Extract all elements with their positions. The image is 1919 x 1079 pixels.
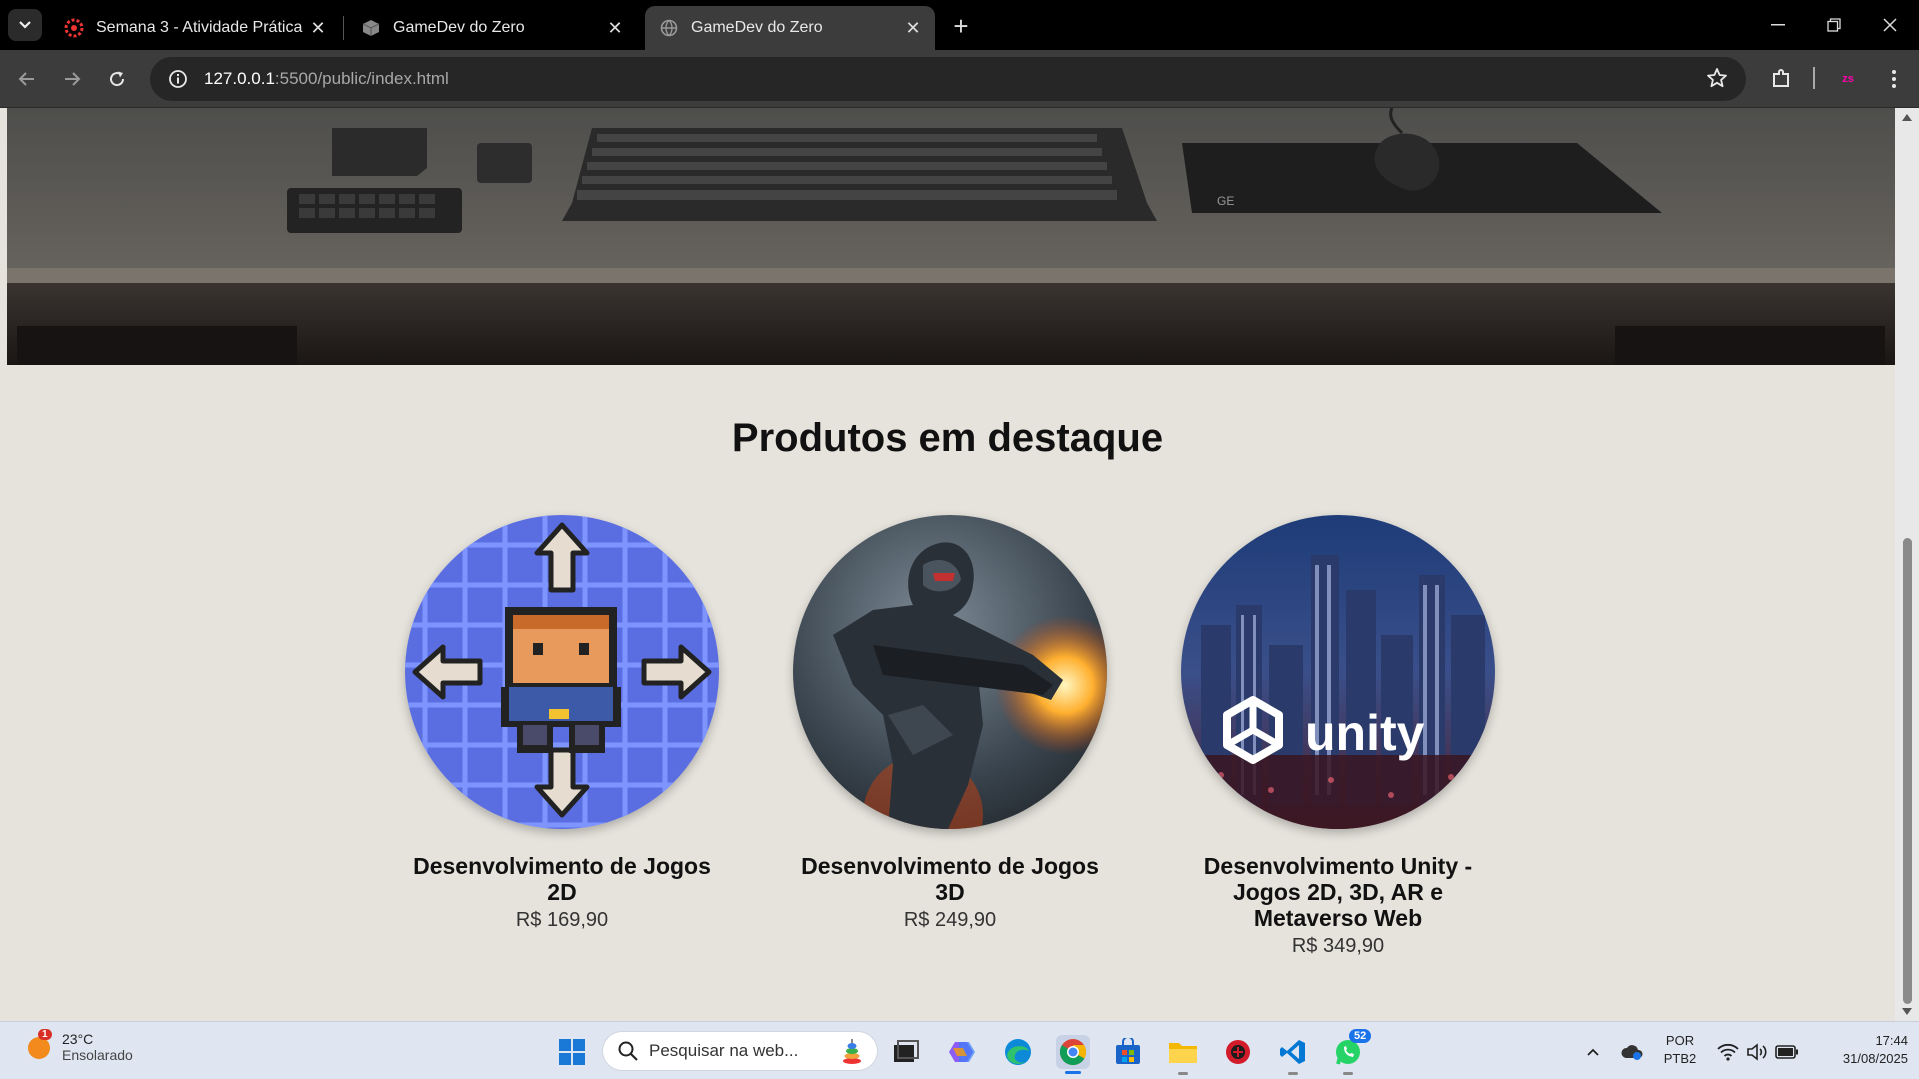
taskbar-search[interactable]: Pesquisar na web... (603, 1032, 877, 1070)
tray-overflow-icon[interactable] (1576, 1035, 1610, 1069)
tab-gamedev-1[interactable]: GameDev do Zero ✕ (347, 6, 637, 50)
close-icon[interactable]: ✕ (306, 16, 330, 40)
running-indicator (1288, 1072, 1298, 1075)
pad-logo: GE (1217, 194, 1234, 208)
restore-icon[interactable] (1814, 10, 1854, 40)
cube-icon (361, 18, 381, 38)
vscode-icon[interactable] (1276, 1035, 1310, 1075)
tab-semana-3[interactable]: Semana 3 - Atividade Prática ✕ (50, 6, 340, 50)
product-name[interactable]: Desenvolvimento de Jogos 2D (404, 853, 720, 905)
pixel-character-icon (405, 515, 719, 829)
product-price: R$ 249,90 (903, 909, 997, 931)
whatsapp-icon[interactable]: 52 (1331, 1029, 1372, 1075)
close-icon[interactable]: ✕ (901, 16, 925, 40)
product-image-3d[interactable] (793, 515, 1107, 829)
back-button[interactable] (11, 63, 43, 95)
windows-start-icon[interactable] (555, 1035, 589, 1069)
page-viewport: GE Produtos em destaque Desenvolvimento … (0, 108, 1919, 1021)
copilot-icon[interactable] (945, 1035, 979, 1069)
product-card-unity[interactable]: unity Desenvolvimento Unity - Jogos 2D, … (1180, 515, 1496, 958)
product-name[interactable]: Desenvolvimento de Jogos 3D (792, 853, 1108, 905)
browser-toolbar: 127.0.0.1:5500/public/index.html zs (0, 50, 1919, 108)
product-price: R$ 169,90 (515, 909, 609, 931)
product-image-unity[interactable]: unity (1181, 515, 1495, 829)
scroll-thumb[interactable] (1903, 538, 1912, 1004)
scroll-up-icon[interactable] (1902, 114, 1912, 121)
profile-avatar[interactable]: zs (1832, 63, 1864, 95)
language-line2: PTB2 (1663, 1051, 1697, 1066)
tab-title: Semana 3 - Atividade Prática (96, 19, 303, 36)
ring-toy-icon (843, 1039, 861, 1064)
running-indicator (1343, 1072, 1353, 1075)
chrome-icon[interactable] (1056, 1035, 1090, 1074)
forward-button[interactable] (56, 63, 88, 95)
weather-widget[interactable]: 1 23°C Ensolarado (26, 1029, 133, 1063)
unity-logo-text: unity (1305, 705, 1425, 761)
tab-strip: Semana 3 - Atividade Prática ✕ GameDev d… (0, 0, 1919, 50)
reload-icon (110, 71, 125, 87)
toolbar-divider (1813, 67, 1815, 89)
product-card-2d[interactable]: Desenvolvimento de Jogos 2D R$ 169,90 (404, 515, 720, 932)
arrow-left-icon (18, 72, 34, 86)
search-placeholder: Pesquisar na web... (649, 1041, 799, 1060)
language-indicator[interactable]: POR PTB2 (1660, 1032, 1700, 1068)
app-red-icon[interactable] (1221, 1035, 1255, 1069)
store-icon[interactable] (1111, 1035, 1145, 1069)
hero-banner-image: GE (7, 108, 1895, 365)
address-bar[interactable]: 127.0.0.1:5500/public/index.html (150, 57, 1746, 101)
whatsapp-badge: 52 (1349, 1029, 1372, 1043)
page-scrollbar[interactable] (1895, 108, 1919, 1021)
armored-soldier-icon (793, 515, 1107, 829)
clock-date: 31/08/2025 (1842, 1051, 1908, 1066)
url-text: 127.0.0.1:5500/public/index.html (204, 69, 449, 89)
tab-title: GameDev do Zero (393, 19, 525, 36)
menu-kebab-icon[interactable] (1878, 63, 1910, 95)
url-path: :5500/public/index.html (274, 69, 449, 88)
edge-icon[interactable] (1001, 1035, 1035, 1069)
chevron-down-icon (19, 21, 31, 29)
tab-search-button[interactable] (8, 9, 42, 41)
language-line1: POR (1665, 1033, 1695, 1048)
close-icon[interactable]: ✕ (603, 16, 627, 40)
globe-icon (659, 18, 679, 38)
site-info-icon[interactable] (158, 59, 198, 99)
new-tab-button[interactable]: + (947, 11, 975, 41)
tab-title: GameDev do Zero (691, 19, 823, 36)
minimize-icon[interactable] (1758, 10, 1798, 40)
product-price: R$ 349,90 (1291, 935, 1385, 957)
file-explorer-icon[interactable] (1166, 1035, 1200, 1075)
city-skyline-icon: unity (1181, 515, 1495, 829)
weather-badge: 1 (38, 1029, 52, 1040)
gear-red-icon (64, 18, 84, 38)
product-card-3d[interactable]: Desenvolvimento de Jogos 3D R$ 249,90 (792, 515, 1108, 932)
arrow-right-icon (65, 72, 81, 86)
windows-taskbar: 1 23°C Ensolarado Pesquisar na web... 52… (0, 1021, 1919, 1079)
weather-temp: 23°C (62, 1031, 94, 1047)
extensions-icon[interactable] (1765, 63, 1797, 95)
task-view-icon[interactable] (889, 1035, 923, 1069)
product-name[interactable]: Desenvolvimento Unity - Jogos 2D, 3D, AR… (1180, 853, 1496, 931)
onedrive-icon[interactable] (1615, 1035, 1649, 1069)
clock[interactable]: 17:44 31/08/2025 (1808, 1032, 1908, 1068)
volume-icon[interactable] (1740, 1035, 1774, 1069)
section-title: Produtos em destaque (731, 416, 1164, 460)
product-image-2d[interactable] (405, 515, 719, 829)
close-window-icon[interactable] (1870, 10, 1910, 40)
bookmark-star-icon[interactable] (1706, 67, 1728, 94)
battery-icon[interactable] (1770, 1035, 1804, 1069)
tab-separator (343, 16, 344, 40)
weather-condition: Ensolarado (62, 1047, 133, 1063)
scroll-down-icon[interactable] (1902, 1008, 1912, 1015)
search-icon (618, 1041, 638, 1061)
desk-keyboard-illustration: GE (7, 108, 1895, 365)
url-host: 127.0.0.1 (204, 69, 275, 88)
tab-gamedev-active[interactable]: GameDev do Zero ✕ (645, 6, 935, 50)
profile-initials: zs (1842, 73, 1854, 85)
sun-icon: 1 (26, 1029, 52, 1060)
reload-button[interactable] (101, 63, 133, 95)
clock-time: 17:44 (1875, 1033, 1908, 1048)
running-indicator (1178, 1072, 1188, 1075)
active-indicator (1065, 1071, 1081, 1074)
